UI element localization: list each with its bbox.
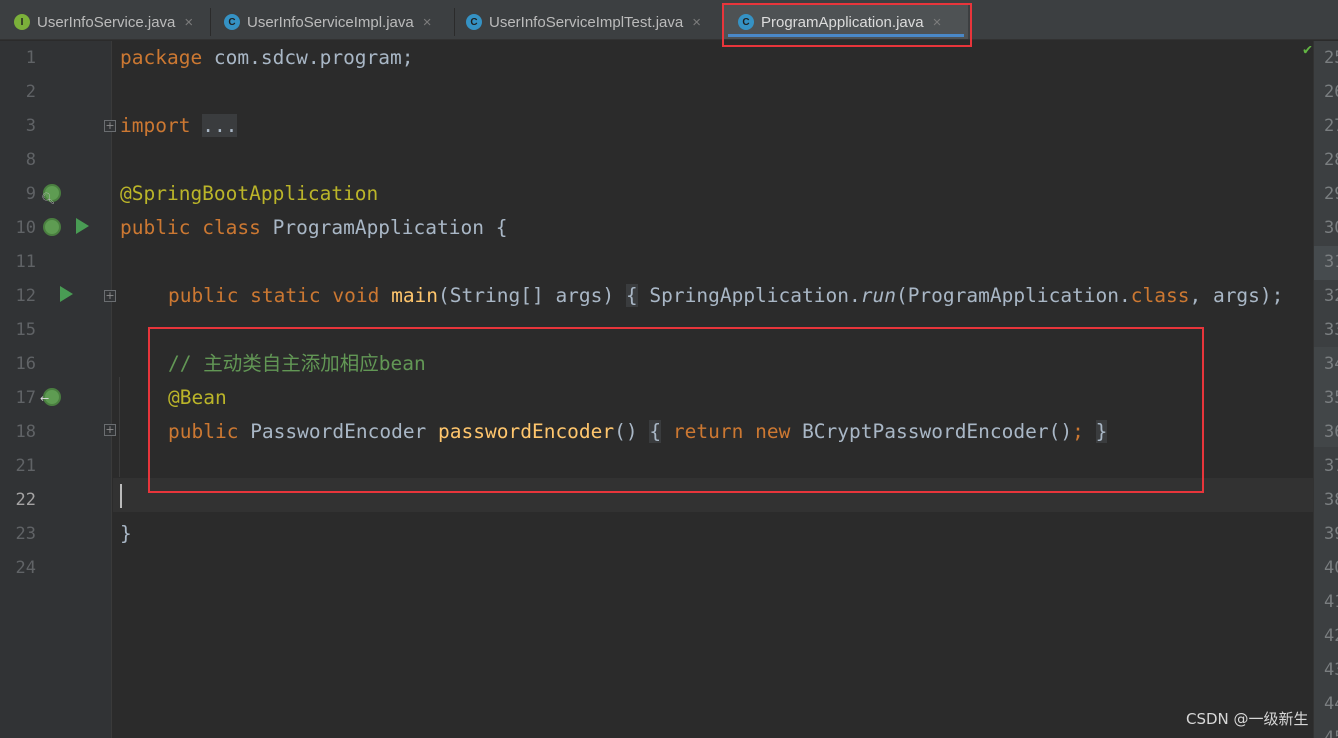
line-number: 23 <box>15 524 36 544</box>
line-number: 12 <box>15 286 36 306</box>
code-text: , args); <box>1189 284 1284 307</box>
line-number: 18 <box>15 422 36 442</box>
line-number: 32 <box>1324 286 1338 306</box>
line-number: 37 <box>1324 456 1338 476</box>
line-number-current: 22 <box>15 490 36 510</box>
line-number: 24 <box>15 558 36 578</box>
folded-imports[interactable]: ... <box>202 114 238 137</box>
interface-icon: I <box>14 14 30 30</box>
indent-guide <box>119 377 120 477</box>
code-line-1: package com.sdcw.program; <box>120 41 414 75</box>
closing-brace: } <box>120 522 132 545</box>
magnifier-icon: 🔍︎ <box>41 192 55 205</box>
code-line-3: import ... <box>120 109 238 143</box>
keyword: public <box>120 216 191 239</box>
line-number: 21 <box>15 456 36 476</box>
line-number: 9 <box>25 184 36 204</box>
close-icon[interactable]: × <box>423 14 432 31</box>
test-class-icon: C <box>466 14 482 30</box>
line-number: 27 <box>1324 116 1338 136</box>
method-params: (String[] args) <box>438 284 615 307</box>
tab-userinfoserviceimpl[interactable]: C UserInfoServiceImpl.java × <box>210 5 454 39</box>
code-line-9: @SpringBootApplication <box>120 177 378 211</box>
line-number: 30 <box>1324 218 1338 238</box>
line-number: 16 <box>15 354 36 374</box>
keyword: class <box>1130 284 1190 307</box>
keyword: package <box>120 46 203 69</box>
code-text: SpringApplication. <box>637 284 861 307</box>
tab-userinfoservice[interactable]: I UserInfoService.java × <box>0 5 210 39</box>
line-number: 43 <box>1324 660 1338 680</box>
line-number: 26 <box>1324 82 1338 102</box>
line-number: 40 <box>1324 558 1338 578</box>
keyword: class <box>202 216 261 239</box>
tab-label: UserInfoService.java <box>37 13 176 31</box>
method-name: main <box>391 284 439 307</box>
package-name: com.sdcw.program; <box>202 46 414 69</box>
text-caret <box>120 484 122 508</box>
spring-boot-config-icon[interactable] <box>43 218 61 236</box>
highlight-box-bean-method <box>148 327 1204 493</box>
line-number: 15 <box>15 320 36 340</box>
class-declaration: ProgramApplication { <box>260 216 508 239</box>
line-number: 25 <box>1324 48 1338 68</box>
line-number: 44 <box>1324 694 1338 714</box>
class-icon: C <box>224 14 240 30</box>
line-number: 42 <box>1324 626 1338 646</box>
line-number: 39 <box>1324 524 1338 544</box>
tab-userinfoserviceimpltest[interactable]: C UserInfoServiceImplTest.java × <box>452 5 724 39</box>
close-icon[interactable]: × <box>184 14 193 31</box>
line-number: 34 <box>1324 354 1338 374</box>
code-line-12: public static void main(String[] args) {… <box>168 279 1283 313</box>
line-number: 11 <box>15 252 36 272</box>
line-number: 36 <box>1324 422 1338 442</box>
editor-tab-bar: I UserInfoService.java × C UserInfoServi… <box>0 0 1338 40</box>
folded-brace[interactable]: { <box>625 284 638 307</box>
tab-label: UserInfoServiceImplTest.java <box>489 13 684 31</box>
code-line-10: public class ProgramApplication { <box>120 211 507 245</box>
line-number: 2 <box>25 82 36 102</box>
line-number: 38 <box>1324 490 1338 510</box>
watermark: CSDN @一级新生 <box>1186 710 1309 728</box>
run-main-icon[interactable] <box>60 286 73 302</box>
line-number: 31 <box>1324 252 1338 272</box>
line-number: 3 <box>25 116 36 136</box>
line-number: 41 <box>1324 592 1338 612</box>
line-number: 10 <box>15 218 36 238</box>
line-number-gutter: 1 2 3 8 9 10 11 12 15 16 17 18 21 22 23 … <box>0 41 116 738</box>
static-method-call: run <box>860 284 896 307</box>
keyword: public static void <box>168 284 380 307</box>
line-number: 35 <box>1324 388 1338 408</box>
navigate-back-arrow-icon: ← <box>40 392 50 405</box>
line-number: 28 <box>1324 150 1338 170</box>
tab-label: UserInfoServiceImpl.java <box>247 13 414 31</box>
annotation: @SpringBootApplication <box>120 182 379 205</box>
code-text: (ProgramApplication. <box>895 284 1131 307</box>
close-icon[interactable]: × <box>692 14 701 31</box>
split-editor-strip[interactable]: 25 26 27 28 29 30 31 32 33 34 35 36 37 3… <box>1313 41 1338 738</box>
code-line-23: } <box>120 517 132 551</box>
keyword: import <box>120 114 191 137</box>
line-number: 17 <box>15 388 36 408</box>
line-number: 33 <box>1324 320 1338 340</box>
line-number: 29 <box>1324 184 1338 204</box>
run-icon[interactable] <box>76 218 89 234</box>
line-number: 1 <box>25 48 36 68</box>
line-number: 8 <box>25 150 36 170</box>
line-number: 45 <box>1324 728 1338 738</box>
